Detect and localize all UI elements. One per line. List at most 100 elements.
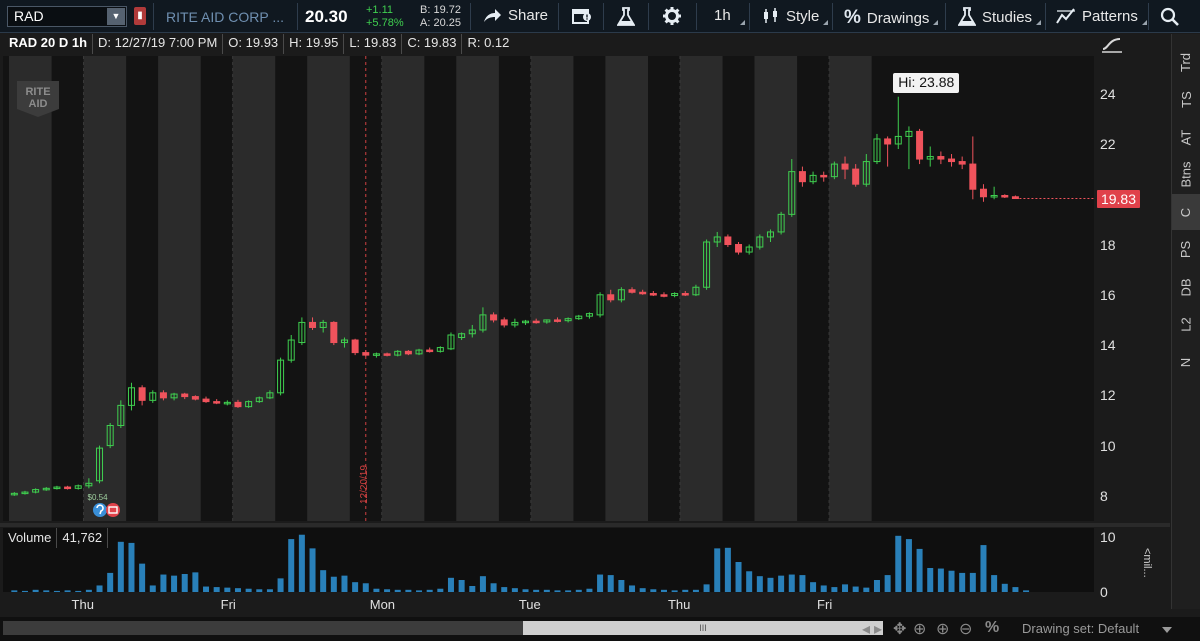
candle-down[interactable] — [660, 294, 668, 297]
candle-down[interactable] — [426, 349, 434, 353]
volume-bar[interactable] — [256, 589, 263, 592]
volume-chart-svg[interactable] — [3, 528, 1094, 592]
candle-down[interactable] — [916, 130, 924, 160]
volume-bar[interactable] — [501, 587, 508, 592]
volume-bar[interactable] — [352, 582, 359, 592]
volume-bar[interactable] — [298, 534, 305, 592]
volume-bar[interactable] — [682, 589, 689, 592]
percent-icon[interactable]: % — [985, 619, 999, 637]
candle-down[interactable] — [64, 486, 72, 490]
drawings-button[interactable]: % Drawings — [844, 7, 939, 29]
volume-bar[interactable] — [575, 589, 582, 592]
volume-bar[interactable] — [767, 577, 774, 592]
sidebar-tab-trd[interactable]: Trd — [1172, 44, 1200, 80]
candle-down[interactable] — [490, 314, 498, 321]
volume-bar[interactable] — [692, 589, 699, 592]
volume-bar[interactable] — [288, 539, 295, 592]
candle-down[interactable] — [681, 293, 689, 296]
price-axis[interactable]: 8 10 12 14 16 18 22 24 — [1094, 56, 1170, 521]
candle-down[interactable] — [362, 352, 370, 356]
calendar-alert-button[interactable] — [572, 7, 592, 25]
volume-bar[interactable] — [543, 589, 550, 592]
zoom-in-icon[interactable]: ⊕ — [936, 619, 949, 639]
candle-down[interactable] — [852, 168, 860, 185]
search-button[interactable] — [1160, 7, 1180, 27]
scroll-right-icon[interactable]: ▸ — [874, 619, 882, 639]
volume-bar[interactable] — [980, 545, 987, 592]
volume-bar[interactable] — [266, 589, 273, 592]
candle-down[interactable] — [937, 156, 945, 160]
volume-bar[interactable] — [959, 572, 966, 592]
volume-bar[interactable] — [320, 570, 327, 592]
volume-bar[interactable] — [969, 572, 976, 592]
volume-bar[interactable] — [714, 548, 721, 592]
candle-down[interactable] — [202, 398, 210, 403]
candle-down[interactable] — [404, 350, 412, 355]
volume-bar[interactable] — [160, 574, 167, 592]
volume-bar[interactable] — [810, 582, 817, 592]
volume-bar[interactable] — [724, 547, 731, 592]
sidebar-tab-ts[interactable]: TS — [1172, 82, 1200, 118]
sidebar-tab-n[interactable]: N — [1172, 344, 1200, 380]
volume-bar[interactable] — [991, 575, 998, 592]
candle-down[interactable] — [724, 236, 732, 246]
volume-bar[interactable] — [341, 575, 348, 592]
candle-down[interactable] — [979, 188, 987, 198]
candle-down[interactable] — [159, 392, 167, 399]
volume-bar[interactable] — [373, 588, 380, 592]
candle-down[interactable] — [213, 401, 221, 404]
studies-button[interactable]: Studies — [958, 7, 1042, 27]
volume-bar[interactable] — [937, 568, 944, 592]
volume-bar[interactable] — [149, 585, 156, 592]
candle-down[interactable] — [884, 138, 892, 145]
volume-bar[interactable] — [905, 539, 912, 592]
volume-bar[interactable] — [778, 575, 785, 592]
volume-bar[interactable] — [607, 575, 614, 592]
event-icons[interactable] — [92, 501, 124, 519]
volume-bar[interactable] — [447, 577, 454, 592]
candle-down[interactable] — [1001, 195, 1009, 198]
volume-bar[interactable] — [554, 590, 561, 592]
sidebar-tab-l2[interactable]: L2 — [1172, 307, 1200, 343]
candle-down[interactable] — [607, 294, 615, 301]
patterns-button[interactable]: Patterns — [1056, 7, 1147, 25]
volume-bar[interactable] — [416, 590, 423, 592]
settings-button[interactable] — [663, 7, 681, 25]
volume-bar[interactable] — [75, 590, 82, 592]
sidebar-tab-btns[interactable]: Btns — [1172, 157, 1200, 193]
volume-bar[interactable] — [586, 588, 593, 592]
chevron-down-icon[interactable] — [1162, 627, 1172, 633]
red-flag-icon[interactable]: ▮ — [134, 7, 146, 25]
volume-bar[interactable] — [788, 574, 795, 592]
volume-bar[interactable] — [458, 580, 465, 592]
volume-bar[interactable] — [490, 583, 497, 592]
pan-icon[interactable]: ✥ — [893, 619, 906, 639]
volume-bar[interactable] — [895, 535, 902, 592]
candle-down[interactable] — [820, 174, 828, 178]
volume-bar[interactable] — [735, 562, 742, 592]
volume-bar[interactable] — [96, 585, 103, 592]
volume-bar[interactable] — [203, 586, 210, 592]
volume-bar[interactable] — [309, 548, 316, 592]
volume-bar[interactable] — [629, 585, 636, 592]
volume-bar[interactable] — [671, 590, 678, 592]
scrollbar-thumb[interactable]: III — [523, 621, 883, 635]
sidebar-tab-c[interactable]: C — [1172, 194, 1200, 230]
volume-bar[interactable] — [128, 542, 135, 592]
zoom-out-icon[interactable]: ⊖ — [959, 619, 972, 639]
flask-button[interactable] — [617, 7, 635, 27]
volume-bar[interactable] — [799, 575, 806, 592]
candle-down[interactable] — [969, 163, 977, 190]
sidebar-tab-db[interactable]: DB — [1172, 269, 1200, 305]
price-chart-panel[interactable]: RITE AID Hi: 23.88 $0.54 12/20/19 — [3, 56, 1094, 521]
volume-panel[interactable] — [3, 528, 1094, 592]
volume-bar[interactable] — [565, 590, 572, 592]
volume-bar[interactable] — [533, 589, 540, 592]
volume-bar[interactable] — [43, 590, 50, 592]
chart-style-toggle[interactable] — [1100, 36, 1124, 54]
candle-down[interactable] — [958, 161, 966, 165]
volume-bar[interactable] — [437, 588, 444, 592]
volume-bar[interactable] — [394, 589, 401, 592]
volume-bar[interactable] — [426, 589, 433, 592]
volume-bar[interactable] — [703, 584, 710, 592]
